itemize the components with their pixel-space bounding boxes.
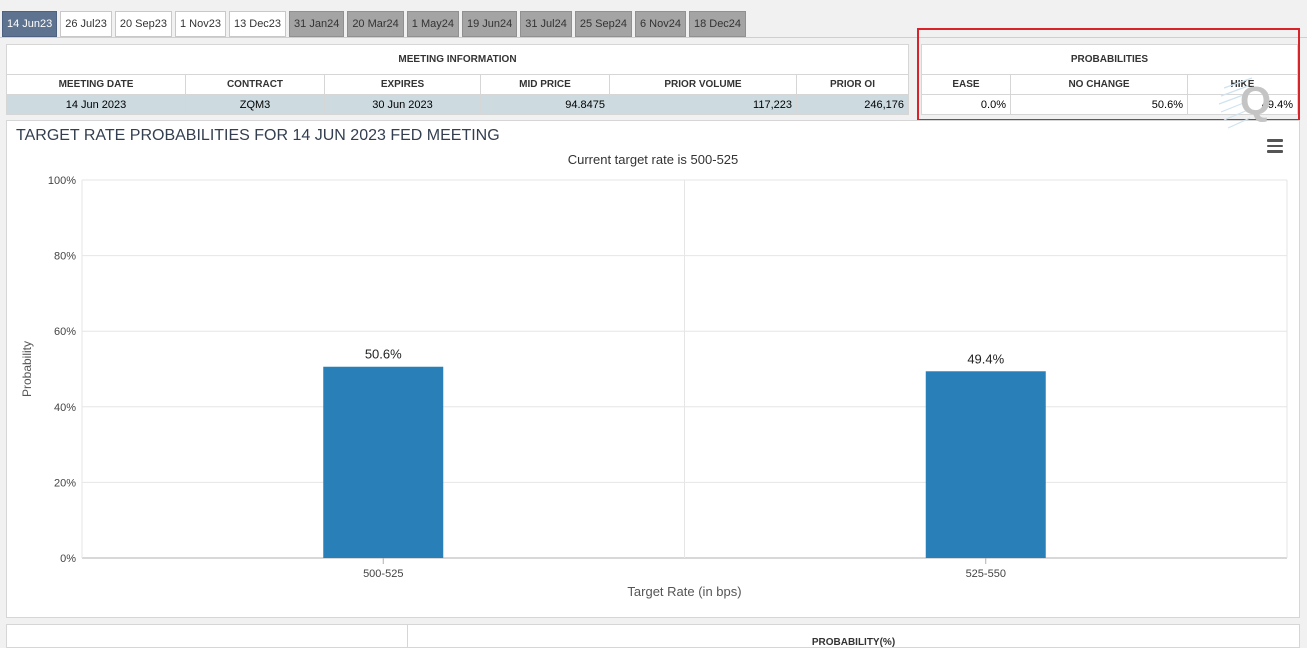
y-tick-label: 100% bbox=[48, 175, 76, 187]
tab-25-sep24[interactable]: 25 Sep24 bbox=[574, 11, 632, 37]
col-ease: EASE bbox=[921, 74, 1011, 95]
col-no-change: NO CHANGE bbox=[1010, 74, 1188, 95]
data-label: 50.6% bbox=[365, 347, 402, 362]
col-contract: CONTRACT bbox=[185, 74, 325, 95]
ease-value: 0.0% bbox=[921, 94, 1011, 115]
y-tick-label: 0% bbox=[60, 553, 76, 565]
tab-19-jun24[interactable]: 19 Jun24 bbox=[462, 11, 518, 37]
y-tick-label: 20% bbox=[54, 477, 76, 489]
data-label: 49.4% bbox=[967, 351, 1004, 366]
tab-31-jan24[interactable]: 31 Jan24 bbox=[289, 11, 345, 37]
no-change-value: 50.6% bbox=[1010, 94, 1188, 115]
svg-text:Q: Q bbox=[1240, 79, 1271, 123]
expires-value: 30 Jun 2023 bbox=[324, 94, 481, 115]
mid-price-value: 94.8475 bbox=[480, 94, 610, 115]
contract-value: ZQM3 bbox=[185, 94, 325, 115]
meeting-date-tabs: 14 Jun23 26 Jul23 20 Sep23 1 Nov23 13 Dec23 3… bbox=[2, 11, 747, 37]
x-tick-label: 525-550 bbox=[966, 568, 1006, 580]
meeting-information-table: MEETING INFORMATION MEETING DATE CONTRAC… bbox=[6, 44, 909, 115]
prior-volume-value: 117,223 bbox=[609, 94, 797, 115]
bar-500-525 bbox=[323, 366, 444, 558]
x-axis-label: Target Rate (in bps) bbox=[627, 584, 741, 599]
tab-6-nov24[interactable]: 6 Nov24 bbox=[634, 11, 686, 37]
quikstrike-logo-icon: Q bbox=[1218, 77, 1271, 129]
chart-plot: 0% 20% 40% 60% 80% 100% Probability 50.6% 500-52… bbox=[20, 175, 1288, 599]
target-rate-chart: TARGET RATE PROBABILITIES FOR 14 JUN 202… bbox=[6, 120, 1300, 618]
tab-18-dec24[interactable]: 18 Dec24 bbox=[688, 11, 747, 37]
tab-divider bbox=[0, 37, 1307, 38]
tab-13-dec23[interactable]: 13 Dec23 bbox=[228, 11, 287, 37]
y-tick-label: 40% bbox=[54, 402, 76, 414]
tab-1-nov23[interactable]: 1 Nov23 bbox=[174, 11, 226, 37]
y-tick-label: 60% bbox=[54, 326, 76, 338]
tab-20-mar24[interactable]: 20 Mar24 bbox=[347, 11, 404, 37]
y-tick-label: 80% bbox=[54, 251, 76, 263]
col-prior-oi: PRIOR OI bbox=[796, 74, 909, 95]
col-meeting-date: MEETING DATE bbox=[6, 74, 186, 95]
col-expires: EXPIRES bbox=[324, 74, 481, 95]
tab-14-jun23[interactable]: 14 Jun23 bbox=[2, 11, 58, 37]
tab-31-jul24[interactable]: 31 Jul24 bbox=[520, 11, 572, 37]
tab-1-may24[interactable]: 1 May24 bbox=[406, 11, 459, 37]
meeting-date-value: 14 Jun 2023 bbox=[6, 94, 186, 115]
meeting-information-title: MEETING INFORMATION bbox=[6, 44, 909, 75]
tab-20-sep23[interactable]: 20 Sep23 bbox=[114, 11, 172, 37]
col-prior-volume: PRIOR VOLUME bbox=[609, 74, 797, 95]
probability-table-header: PROBABILITY(%) bbox=[6, 624, 1300, 648]
prior-oi-value: 246,176 bbox=[796, 94, 909, 115]
x-tick-label: 500-525 bbox=[363, 568, 403, 580]
y-axis-label: Probability bbox=[20, 341, 34, 397]
bar-525-550 bbox=[925, 371, 1046, 558]
tab-26-jul23[interactable]: 26 Jul23 bbox=[60, 11, 112, 37]
col-mid-price: MID PRICE bbox=[480, 74, 610, 95]
